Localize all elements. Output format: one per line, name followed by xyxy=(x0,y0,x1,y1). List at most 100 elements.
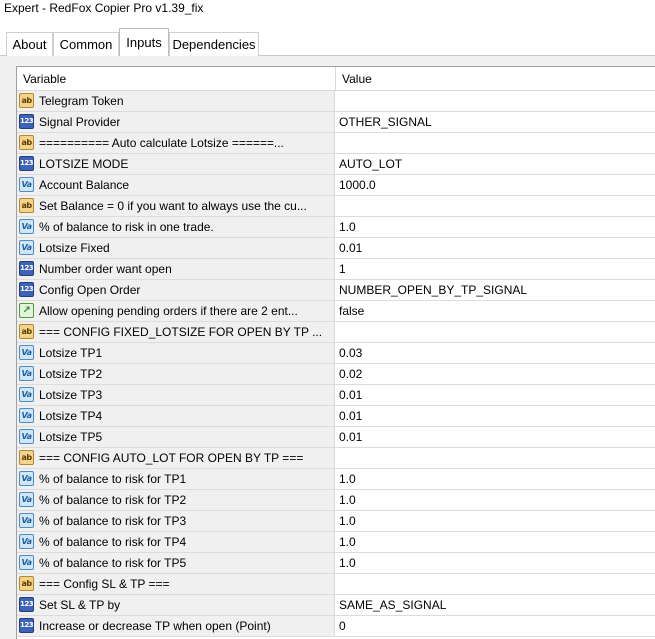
double-type-icon: Va xyxy=(19,177,34,192)
variable-cell: Va Lotsize Fixed xyxy=(17,238,335,258)
variable-cell: 123 Increase or decrease TP when open (Po… xyxy=(17,616,335,636)
table-row[interactable]: ab Telegram Token xyxy=(17,91,655,112)
variable-name: ========== Auto calculate Lotsize ======… xyxy=(39,136,284,150)
integer-type-icon: 123 xyxy=(19,261,34,276)
value-cell[interactable]: 1.0 xyxy=(339,511,356,531)
double-type-icon: Va xyxy=(19,387,34,402)
tab-common[interactable]: Common xyxy=(53,32,119,56)
table-row[interactable]: ab === CONFIG FIXED_LOTSIZE FOR OPEN BY T… xyxy=(17,322,655,343)
table-row[interactable]: 123 Config Open Order NUMBER_OPEN_BY_TP_SI… xyxy=(17,280,655,301)
variable-cell: ab Set Balance = 0 if you want to always … xyxy=(17,196,335,216)
table-row[interactable]: Va % of balance to risk for TP1 1.0 xyxy=(17,469,655,490)
table-row[interactable]: Va Lotsize TP3 0.01 xyxy=(17,385,655,406)
table-row[interactable]: ↗ Allow opening pending orders if there a… xyxy=(17,301,655,322)
table-row[interactable]: Va % of balance to risk for TP2 1.0 xyxy=(17,490,655,511)
variable-name: Set Balance = 0 if you want to always us… xyxy=(39,199,307,213)
variable-name: LOTSIZE MODE xyxy=(39,157,129,171)
table-row[interactable]: 123 Number order want open 1 xyxy=(17,259,655,280)
value-cell[interactable]: 0.02 xyxy=(339,364,362,384)
column-header-value[interactable]: Value xyxy=(342,67,372,91)
double-type-icon: Va xyxy=(19,471,34,486)
column-divider[interactable] xyxy=(335,67,336,91)
table-row[interactable]: Va % of balance to risk for TP4 1.0 xyxy=(17,532,655,553)
variable-name: Lotsize TP4 xyxy=(39,409,103,423)
value-cell[interactable]: 0 xyxy=(339,616,346,636)
value-cell[interactable]: 1.0 xyxy=(339,217,356,237)
variable-cell: Va % of balance to risk for TP1 xyxy=(17,469,335,489)
table-row[interactable]: Va Lotsize TP2 0.02 xyxy=(17,364,655,385)
table-row[interactable]: Va Lotsize TP1 0.03 xyxy=(17,343,655,364)
variable-name: Lotsize TP3 xyxy=(39,388,103,402)
variable-name: % of balance to risk for TP4 xyxy=(39,535,187,549)
double-type-icon: Va xyxy=(19,492,34,507)
table-row[interactable]: Va Account Balance 1000.0 xyxy=(17,175,655,196)
value-cell[interactable]: 0.03 xyxy=(339,343,362,363)
table-row[interactable]: ab === CONFIG AUTO_LOT FOR OPEN BY TP === xyxy=(17,448,655,469)
value-cell[interactable]: 1000.0 xyxy=(339,175,376,195)
table-row[interactable]: 123 Increase or decrease TP when open (Po… xyxy=(17,616,655,637)
value-cell[interactable]: 0.01 xyxy=(339,238,362,258)
value-cell[interactable]: 1.0 xyxy=(339,469,356,489)
value-cell[interactable]: 1.0 xyxy=(339,490,356,510)
double-type-icon: Va xyxy=(19,534,34,549)
variable-cell: Va % of balance to risk for TP3 xyxy=(17,511,335,531)
table-row[interactable]: Va Lotsize TP5 0.01 xyxy=(17,427,655,448)
variable-cell: Va % of balance to risk in one trade. xyxy=(17,217,335,237)
table-row[interactable]: Va % of balance to risk in one trade. 1.0 xyxy=(17,217,655,238)
variable-cell: ab Telegram Token xyxy=(17,91,335,111)
table-row[interactable]: Va Lotsize Fixed 0.01 xyxy=(17,238,655,259)
column-header-variable[interactable]: Variable xyxy=(23,67,66,91)
double-type-icon: Va xyxy=(19,555,34,570)
value-cell[interactable]: 0.01 xyxy=(339,406,362,426)
value-cell[interactable]: 0.01 xyxy=(339,427,362,447)
value-cell[interactable]: 1.0 xyxy=(339,532,356,552)
value-cell[interactable]: SAME_AS_SIGNAL xyxy=(339,595,446,615)
tab-inputs[interactable]: Inputs xyxy=(119,28,169,56)
text-type-icon: ab xyxy=(19,93,34,108)
variable-name: Lotsize TP1 xyxy=(39,346,103,360)
table-row[interactable]: Va Lotsize TP4 0.01 xyxy=(17,406,655,427)
table-row[interactable]: 123 LOTSIZE MODE AUTO_LOT xyxy=(17,154,655,175)
tab-about[interactable]: About xyxy=(6,32,53,56)
variable-cell: ab === CONFIG AUTO_LOT FOR OPEN BY TP === xyxy=(17,448,335,468)
variable-name: Set SL & TP by xyxy=(39,598,121,612)
variable-name: Number order want open xyxy=(39,262,172,276)
tab-dependencies[interactable]: Dependencies xyxy=(169,32,259,56)
variable-name: Allow opening pending orders if there ar… xyxy=(39,304,298,318)
text-type-icon: ab xyxy=(19,135,34,150)
tab-strip: About Common Inputs Dependencies xyxy=(0,28,655,56)
integer-type-icon: 123 xyxy=(19,597,34,612)
variable-name: Account Balance xyxy=(39,178,130,192)
value-cell[interactable]: false xyxy=(339,301,364,321)
table-row[interactable]: ab ========== Auto calculate Lotsize ====… xyxy=(17,133,655,154)
variable-cell: Va Lotsize TP2 xyxy=(17,364,335,384)
variable-name: Signal Provider xyxy=(39,115,121,129)
grid-header: Variable Value xyxy=(17,67,655,91)
value-cell[interactable]: 1 xyxy=(339,259,346,279)
variable-cell: Va % of balance to risk for TP5 xyxy=(17,553,335,573)
variable-cell: ab ========== Auto calculate Lotsize ====… xyxy=(17,133,335,153)
variable-cell: 123 LOTSIZE MODE xyxy=(17,154,335,174)
table-row[interactable]: Va % of balance to risk for TP3 1.0 xyxy=(17,511,655,532)
value-cell[interactable]: AUTO_LOT xyxy=(339,154,402,174)
text-type-icon: ab xyxy=(19,198,34,213)
double-type-icon: Va xyxy=(19,429,34,444)
variable-name: Lotsize TP2 xyxy=(39,367,103,381)
integer-type-icon: 123 xyxy=(19,282,34,297)
value-cell[interactable]: 0.01 xyxy=(339,385,362,405)
value-cell[interactable]: OTHER_SIGNAL xyxy=(339,112,432,132)
inputs-grid[interactable]: Variable Value ab Telegram Token 123 Signal… xyxy=(16,66,655,639)
variable-cell: Va % of balance to risk for TP4 xyxy=(17,532,335,552)
variable-name: === Config SL & TP === xyxy=(39,577,170,591)
table-row[interactable]: Va % of balance to risk for TP5 1.0 xyxy=(17,553,655,574)
table-row[interactable]: 123 Signal Provider OTHER_SIGNAL xyxy=(17,112,655,133)
table-row[interactable]: ab Set Balance = 0 if you want to always … xyxy=(17,196,655,217)
variable-name: % of balance to risk for TP1 xyxy=(39,472,187,486)
value-cell[interactable]: NUMBER_OPEN_BY_TP_SIGNAL xyxy=(339,280,527,300)
variable-name: Lotsize Fixed xyxy=(39,241,110,255)
table-row[interactable]: 123 Set SL & TP by SAME_AS_SIGNAL xyxy=(17,595,655,616)
value-cell[interactable]: 1.0 xyxy=(339,553,356,573)
double-type-icon: Va xyxy=(19,408,34,423)
table-row[interactable]: ab === Config SL & TP === xyxy=(17,574,655,595)
variable-cell: ab === Config SL & TP === xyxy=(17,574,335,594)
